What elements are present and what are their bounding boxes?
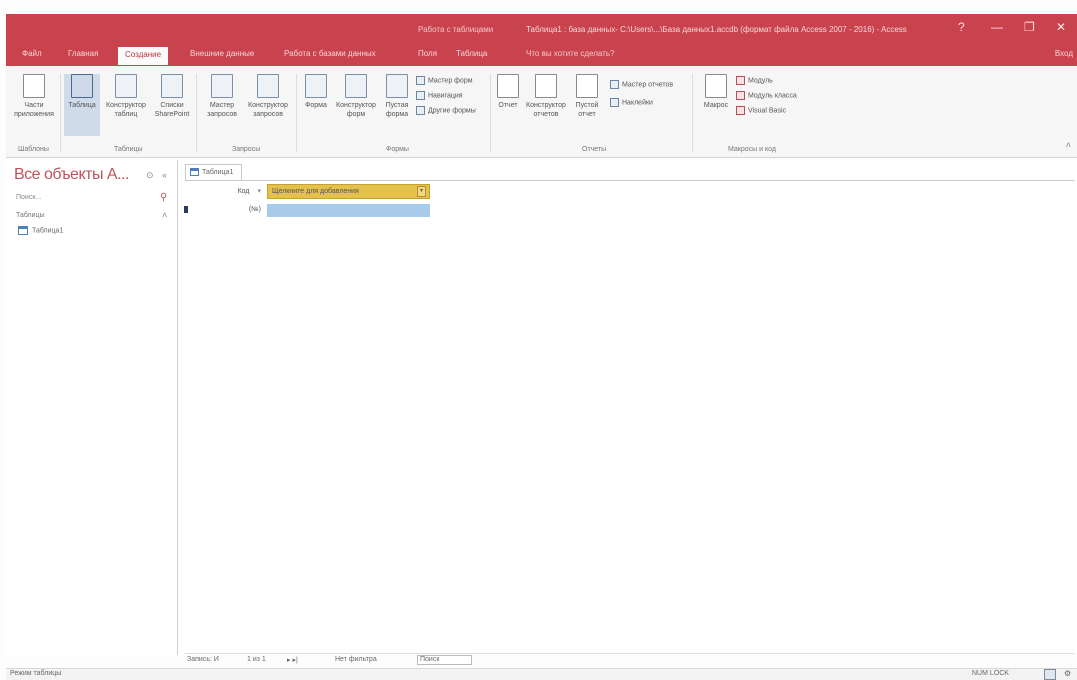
class-module-button[interactable]: Модуль класса	[736, 91, 797, 100]
sort-arrow-icon[interactable]: ▾	[257, 188, 261, 195]
tab-create[interactable]: Создание	[118, 47, 169, 65]
minimize-button[interactable]: —	[991, 20, 1003, 34]
visual-basic-button[interactable]: Visual Basic	[736, 106, 786, 115]
module-icon	[736, 76, 745, 85]
class-module-icon	[736, 91, 745, 100]
blank-report-icon	[576, 74, 598, 98]
table-button[interactable]: Таблица	[64, 74, 100, 136]
tell-me-search[interactable]: Что вы хотите сделать?	[526, 49, 614, 58]
group-label-forms: Формы	[386, 146, 409, 153]
tab-fields[interactable]: Поля	[418, 49, 437, 58]
app-parts-icon	[23, 74, 45, 98]
group-label-reports: Отчеты	[582, 146, 607, 153]
report-design-button[interactable]: Конструктор отчетов	[524, 74, 568, 119]
cell-add-field-new[interactable]	[267, 204, 430, 217]
context-tools-label: Работа с таблицами	[418, 25, 494, 34]
form-wizard-icon	[416, 76, 425, 85]
visual-basic-icon	[736, 106, 745, 115]
form-design-icon	[345, 74, 367, 98]
collapse-ribbon-icon[interactable]: ˄	[1066, 140, 1071, 150]
datasheet-area: Таблица1 Код ▾ Щелкните для добавления ▾ …	[179, 160, 1077, 655]
status-bar: Режим таблицы NUM LOCK ⚙	[6, 668, 1077, 680]
app-parts-button[interactable]: Части приложения	[12, 74, 56, 119]
more-forms-dropdown[interactable]: Другие формы	[416, 106, 476, 115]
group-label-tables: Таблицы	[114, 146, 143, 153]
table-icon	[71, 74, 93, 98]
group-label-macros: Макросы и код	[728, 146, 776, 153]
document-tab-table1[interactable]: Таблица1	[185, 164, 243, 180]
macro-button[interactable]: Макрос	[700, 74, 732, 110]
macro-icon	[705, 74, 727, 98]
labels-button[interactable]: Наклейки	[610, 98, 653, 107]
group-label-templates: Шаблоны	[18, 146, 49, 153]
report-button[interactable]: Отчет	[494, 74, 522, 110]
maximize-button[interactable]: ❐	[1024, 20, 1035, 34]
query-wizard-icon	[211, 74, 233, 98]
nav-search-input[interactable]: Поиск...	[16, 194, 41, 201]
tab-home[interactable]: Главная	[68, 49, 98, 58]
shutter-bar-icon[interactable]: «	[162, 170, 167, 180]
query-design-button[interactable]: Конструктор запросов	[244, 74, 292, 119]
tab-table[interactable]: Таблица	[456, 49, 487, 58]
tab-database-tools[interactable]: Работа с базами данных	[284, 49, 376, 58]
cell-id-new[interactable]: (№)	[213, 204, 265, 217]
status-mode: Режим таблицы	[10, 670, 62, 677]
chevron-up-icon[interactable]: ˄	[162, 210, 167, 220]
query-design-icon	[257, 74, 279, 98]
column-header-add-field[interactable]: Щелкните для добавления ▾	[267, 184, 430, 199]
close-button[interactable]: ✕	[1056, 20, 1066, 34]
record-navigator: Запись: И 1 из 1 ▸ ▸| Нет фильтра Поиск	[185, 653, 1075, 666]
datasheet-view-icon[interactable]	[1044, 669, 1056, 680]
nav-group-tables[interactable]: Таблицы	[16, 212, 45, 219]
form-design-button[interactable]: Конструктор форм	[334, 74, 378, 119]
report-design-icon	[535, 74, 557, 98]
navigation-icon	[416, 91, 425, 100]
record-selector[interactable]	[181, 204, 191, 216]
table-design-icon	[115, 74, 137, 98]
record-search-input[interactable]: Поиск	[417, 655, 472, 665]
search-icon[interactable]: ⚲	[160, 192, 167, 203]
query-wizard-button[interactable]: Мастер запросов	[202, 74, 242, 119]
blank-report-button[interactable]: Пустой отчет	[570, 74, 604, 119]
module-button[interactable]: Модуль	[736, 76, 773, 85]
table-design-button[interactable]: Конструктор таблиц	[104, 74, 148, 119]
report-icon	[497, 74, 519, 98]
more-forms-icon	[416, 106, 425, 115]
window-caption: Таблица1 : база данных- C:\Users\...\Баз…	[526, 25, 907, 34]
report-wizard-button[interactable]: Мастер отчетов	[610, 80, 673, 89]
form-icon	[305, 74, 327, 98]
tab-external-data[interactable]: Внешние данные	[190, 49, 254, 58]
report-wizard-icon	[610, 80, 619, 89]
tab-file[interactable]: Файл	[22, 49, 42, 58]
form-wizard-button[interactable]: Мастер форм	[416, 76, 473, 85]
nav-item-table1[interactable]: Таблица1	[18, 226, 63, 235]
table-icon	[190, 168, 199, 176]
nav-pane-title[interactable]: Все объекты A...	[14, 166, 129, 184]
filter-status[interactable]: Нет фильтра	[335, 656, 377, 663]
new-record-icon	[184, 206, 188, 213]
ribbon-tabs: Файл Главная Создание Внешние данные Раб…	[6, 44, 1077, 66]
column-header-id[interactable]: Код ▾	[213, 185, 265, 199]
labels-icon	[610, 98, 619, 107]
design-view-icon[interactable]: ⚙	[1064, 669, 1071, 678]
sharepoint-list-icon	[161, 74, 183, 98]
sign-in-link[interactable]: Вход	[1055, 49, 1073, 58]
nav-pane-menu-icon[interactable]: ⊙	[146, 170, 154, 181]
blank-form-icon	[386, 74, 408, 98]
navigation-dropdown[interactable]: Навигация	[416, 91, 463, 100]
help-button[interactable]: ?	[958, 20, 965, 34]
group-label-queries: Запросы	[232, 146, 261, 153]
table-icon	[18, 226, 28, 235]
title-bar: Работа с таблицами Таблица1 : база данны…	[6, 14, 1077, 44]
navigation-pane: Все объекты A... ⊙ « Поиск... ⚲ Таблицы …	[6, 160, 178, 655]
sharepoint-lists-button[interactable]: Списки SharePoint	[152, 74, 192, 119]
record-nav-buttons[interactable]: ▸ ▸|	[287, 656, 298, 664]
record-label[interactable]: Запись: И	[187, 656, 219, 663]
record-position[interactable]: 1 из 1	[247, 656, 266, 663]
blank-form-button[interactable]: Пустая форма	[380, 74, 414, 119]
form-button[interactable]: Форма	[300, 74, 332, 110]
dropdown-arrow-icon[interactable]: ▾	[417, 186, 426, 197]
num-lock-indicator: NUM LOCK	[972, 670, 1009, 677]
ribbon: Части приложения Шаблоны Таблица Констру…	[6, 66, 1077, 158]
